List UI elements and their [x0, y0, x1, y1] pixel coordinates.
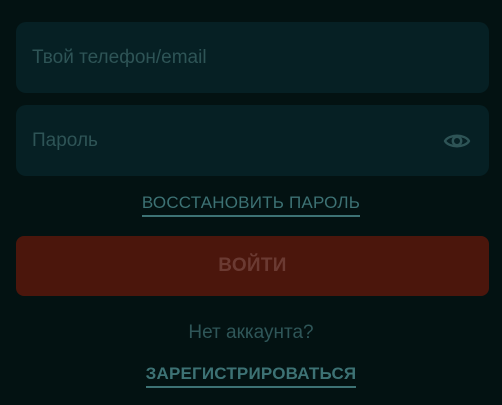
- eye-icon[interactable]: [443, 129, 471, 153]
- restore-password-link[interactable]: ВОССТАНОВИТЬ ПАРОЛЬ: [141, 194, 361, 217]
- no-account-text: Нет аккаунта?: [188, 322, 314, 343]
- register-row: ЗАРЕГИСТРИРОВАТЬСЯ: [0, 364, 502, 388]
- login-button[interactable]: ВОЙТИ: [16, 236, 489, 296]
- password-field: [16, 105, 489, 176]
- register-link[interactable]: ЗАРЕГИСТРИРОВАТЬСЯ: [145, 365, 357, 388]
- login-input[interactable]: [16, 22, 489, 93]
- login-form: ВОССТАНОВИТЬ ПАРОЛЬ ВОЙТИ Нет аккаунта? …: [0, 0, 502, 405]
- password-input[interactable]: [16, 105, 489, 176]
- restore-password-row: ВОССТАНОВИТЬ ПАРОЛЬ: [0, 193, 502, 217]
- login-field: [16, 22, 489, 93]
